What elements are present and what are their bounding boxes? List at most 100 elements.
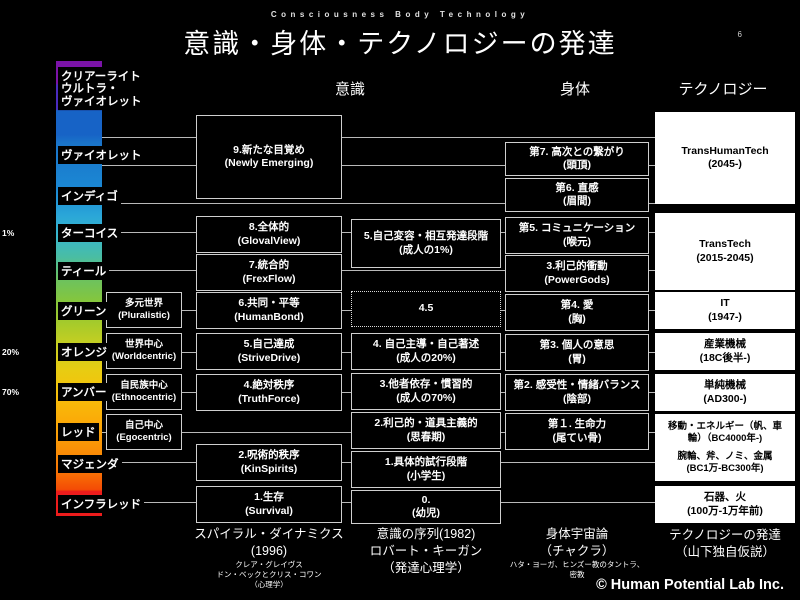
chakra-label-sub: (陰部)	[563, 392, 591, 405]
spiral-label-ja: 9.新たな目覚め	[233, 143, 305, 156]
tech-label-era: (2045-)	[708, 158, 742, 170]
kegan-label-ja: 2.利己的・道具主義的	[374, 417, 478, 430]
spiral-label-ja: 3.利己的衝動	[546, 260, 608, 273]
spiral-label-en: (TruthForce)	[238, 392, 300, 405]
tech-label-era: (100万-1万年前)	[687, 504, 763, 517]
chakra-label-sub: (胸)	[568, 312, 586, 325]
page-number: 6	[737, 30, 742, 39]
spiral-dynamics-footer: スパイラル・ダイナミクス (1996) クレア・グレイヴス ドン・ベックとクリス…	[176, 526, 362, 590]
spectrum-pct-amber: 70%	[2, 387, 20, 397]
tech-label-name: 移動・エネルギー（帆、車	[667, 420, 782, 432]
chakra-label-sub: (喉元)	[563, 235, 591, 248]
kegan-footer: 意識の序列(1982) ロバート・キーガン （発達心理学）	[345, 526, 507, 577]
tech-label-era: (1947-)	[708, 310, 742, 323]
kegan-box-5: 5.自己変容・相互発達段階 (成人の1%)	[351, 219, 501, 268]
spiral-box-5: 5.自己達成 (StriveDrive)	[196, 333, 342, 370]
spiral-label-en: (StriveDrive)	[237, 351, 301, 364]
body-footer: 身体宇宙論 （チャクラ） ハタ・ヨーガ、ヒンズー教のタントラ、 密教	[500, 526, 654, 580]
kegan-label-sub: (幼児)	[412, 507, 440, 519]
tech-box-transtech: TransTech (2015-2045)	[655, 213, 795, 290]
footer-line: （山下独自仮説）	[674, 544, 775, 559]
tech-label-era: 輪）（BC4000年-)	[687, 432, 763, 444]
grid-line	[102, 137, 660, 138]
tech-box-industrial-machinery: 産業機械 (18C後半-)	[655, 333, 795, 370]
column-heading-body: 身体	[559, 81, 590, 98]
chakra-label-ja: 第4. 愛	[560, 299, 594, 312]
footer-line: （チャクラ）	[539, 543, 615, 558]
chakra-box-5: 第5. コミュニケーション (喉元)	[505, 217, 649, 254]
tech-label-era: (BC1万-BC300年)	[686, 462, 764, 474]
tech-box-it: IT (1947-)	[655, 292, 795, 329]
spectrum-label-green: グリーン	[58, 302, 110, 320]
spiral-label-en: (HumanBond)	[234, 310, 304, 323]
kegan-label-sub: (小学生)	[406, 469, 446, 482]
footer-line: クレア・グレイヴス	[235, 559, 303, 569]
spiral-label-ja: 7.統合的	[248, 259, 290, 272]
worldview-label-en: (Ethnocentric)	[111, 392, 177, 403]
tech-label-era: (2015-2045)	[696, 251, 754, 264]
slide-canvas: Consciousness Body Technology 意識・身体・テクノロ…	[0, 0, 800, 600]
tech-box-metal-tools: 腕輪、斧、ノミ、金属 (BC1万-BC300年)	[655, 444, 795, 481]
kegan-label-ja: 1.具体的試行段階	[384, 456, 468, 469]
spectrum-label-turquoise: ターコイス	[58, 224, 122, 242]
worldview-label-ja: 多元世界	[124, 298, 163, 310]
kegan-label-ja: 0.	[421, 493, 431, 506]
spiral-label-en: (PowerGods)	[544, 273, 610, 286]
tech-box-transhumantech: TransHumanTech (2045-)	[655, 112, 795, 204]
worldview-box-egocentric: 自己中心 (Egocentric)	[106, 414, 182, 450]
spectrum-pct-turquoise: 1%	[2, 228, 15, 238]
worldview-box-pluralistic: 多元世界 (Pluralistic)	[106, 292, 182, 328]
tech-box-stone-fire: 石器、火 (100万-1万年前)	[655, 486, 795, 523]
chakra-box-7: 第7. 高次との繋がり (頭頂)	[505, 142, 649, 176]
spectrum-label-red: レッド	[58, 423, 99, 441]
kegan-label-sub: (成人の1%)	[399, 243, 453, 256]
footer-line: 意識の序列(1982)	[376, 527, 476, 541]
kegan-box-0: 0. (幼児)	[351, 490, 501, 524]
spiral-box-3-detached: 3.利己的衝動 (PowerGods)	[505, 255, 649, 292]
chakra-label-ja: 第3. 個人の意思	[539, 339, 615, 352]
kegan-box-3: 3.他者依存・慣習的 (成人の70%)	[351, 373, 501, 410]
worldview-box-worldcentric: 世界中心 (Worldcentric)	[106, 333, 182, 369]
footer-line: （発達心理学）	[382, 560, 470, 575]
worldview-label-en: (Pluralistic)	[118, 310, 170, 321]
tech-label-name: IT	[720, 297, 730, 310]
spiral-label-ja: 1.生存	[254, 491, 284, 504]
footer-line: スパイラル・ダイナミクス	[194, 527, 344, 541]
footer-line: ハタ・ヨーガ、ヒンズー教のタントラ、	[509, 559, 645, 569]
worldview-label-ja: 世界中心	[124, 339, 163, 351]
spectrum-pct-orange: 20%	[2, 347, 20, 357]
worldview-label-en: (Egocentric)	[116, 432, 172, 443]
worldview-label-en: (Worldcentric)	[111, 351, 177, 362]
chakra-label-ja: 第2. 感受性・情緒バランス	[513, 379, 641, 392]
spectrum-label-orange: オレンジ	[58, 343, 110, 361]
kegan-box-2: 2.利己的・道具主義的 (思春期)	[351, 412, 501, 449]
tech-label-name: TransTech	[699, 238, 751, 251]
spiral-label-ja: 5.自己達成	[243, 338, 295, 351]
chakra-label-sub: (頭頂)	[563, 159, 591, 171]
spectrum-label-indigo: インディゴ	[58, 187, 121, 205]
kegan-label-ja: 4. 自己主導・自己著述	[372, 338, 480, 351]
spiral-label-en: (GlovalView)	[237, 234, 301, 247]
spectrum-label-teal: ティール	[58, 262, 110, 280]
chakra-label-sub: (胃)	[568, 352, 586, 365]
tech-label-era: (18C後半-)	[699, 351, 751, 364]
chakra-box-6: 第6. 直感 (眉間)	[505, 178, 649, 212]
footer-line: 身体宇宙論	[545, 527, 609, 541]
column-heading-technology: テクノロジー	[678, 81, 768, 98]
chakra-label-ja: 第6. 直感	[555, 181, 599, 194]
spiral-box-7: 7.統合的 (FrexFlow)	[196, 254, 342, 291]
tech-label-name: 単純機械	[704, 379, 746, 392]
kegan-box-4-5: 4.5	[351, 291, 501, 327]
worldview-box-ethnocentric: 自民族中心 (Ethnocentric)	[106, 374, 182, 410]
footer-line: (1996)	[250, 543, 288, 558]
chakra-label-sub: (尾てい骨)	[552, 431, 602, 444]
spiral-box-9: 9.新たな目覚め (Newly Emerging)	[196, 115, 342, 199]
spectrum-label-ultraviolet: ウルトラ・ ヴァイオレット	[58, 82, 145, 110]
consciousness-spectrum-bar	[56, 61, 102, 516]
spiral-label-en: (KinSpirits)	[240, 462, 298, 475]
kegan-label-ja: 5.自己変容・相互発達段階	[363, 230, 489, 243]
kegan-label-ja: 4.5	[418, 302, 434, 315]
kegan-label-ja: 3.他者依存・慣習的	[379, 378, 473, 391]
spiral-label-ja: 4.絶対秩序	[243, 379, 295, 392]
spiral-box-2: 2.呪術的秩序 (KinSpirits)	[196, 444, 342, 481]
